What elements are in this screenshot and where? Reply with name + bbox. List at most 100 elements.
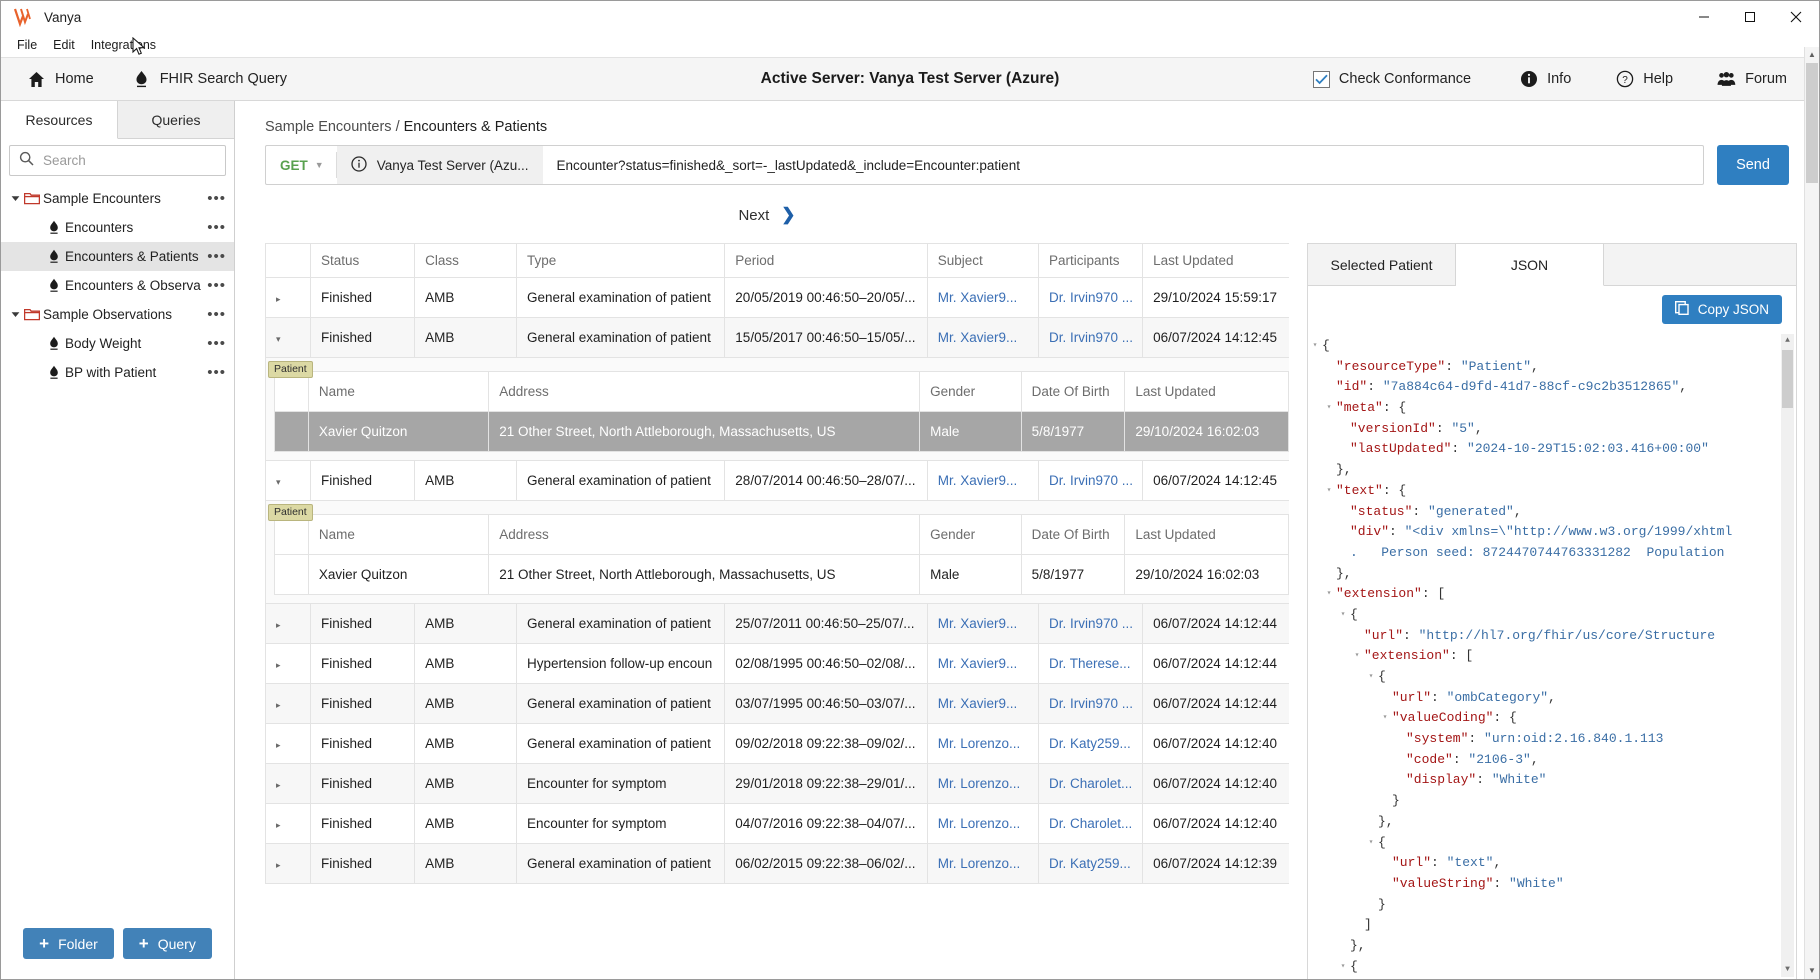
row-expand-toggle[interactable] xyxy=(265,643,311,684)
col-dob[interactable]: Date Of Birth xyxy=(1020,514,1126,555)
row-collapse-toggle[interactable] xyxy=(265,460,311,501)
col-period[interactable]: Period xyxy=(724,243,928,278)
fhir-search-query-button[interactable]: FHIR Search Query xyxy=(120,65,299,94)
col-dob[interactable]: Date Of Birth xyxy=(1020,371,1126,412)
col-type[interactable]: Type xyxy=(515,243,726,278)
cell-participants[interactable]: Dr. Irvin970 ... xyxy=(1037,683,1144,724)
cell-subject[interactable]: Mr. Lorenzo... xyxy=(926,723,1039,764)
sidebar-item-encounters-observation[interactable]: Encounters & Observation••• xyxy=(1,271,234,300)
table-row[interactable]: FinishedAMBGeneral examination of patien… xyxy=(265,683,1289,724)
scroll-up-icon[interactable]: ▲ xyxy=(1805,47,1819,63)
col-class[interactable]: Class xyxy=(414,243,517,278)
cell-participants[interactable]: Dr. Katy259... xyxy=(1037,843,1144,884)
table-row[interactable]: FinishedAMBHypertension follow-up encoun… xyxy=(265,643,1289,684)
cell-subject[interactable]: Mr. Xavier9... xyxy=(926,603,1039,644)
col-name[interactable]: Name xyxy=(307,514,490,555)
app-scrollbar[interactable]: ▲ ▼ xyxy=(1804,47,1819,979)
item-overflow-menu[interactable]: ••• xyxy=(201,336,226,351)
col-status[interactable]: Status xyxy=(309,243,416,278)
json-scrollbar[interactable]: ▲ ▼ xyxy=(1781,334,1794,977)
cell-subject[interactable]: Mr. Xavier9... xyxy=(926,277,1039,318)
item-overflow-menu[interactable]: ••• xyxy=(201,365,226,380)
json-collapse-toggle-icon[interactable] xyxy=(1322,398,1336,419)
scroll-down-icon[interactable]: ▼ xyxy=(1781,963,1794,977)
json-viewer[interactable]: {"resourceType": "Patient", "id": "7a884c… xyxy=(1308,332,1796,979)
patient-row[interactable]: Xavier Quitzon 21 Other Street, North Att… xyxy=(274,411,1289,452)
row-expand-toggle[interactable] xyxy=(265,683,311,724)
patient-row[interactable]: Xavier Quitzon 21 Other Street, North Att… xyxy=(274,554,1289,595)
col-last-updated[interactable]: Last Updated xyxy=(1142,243,1289,278)
item-overflow-menu[interactable]: ••• xyxy=(201,249,226,264)
col-address[interactable]: Address xyxy=(488,514,921,555)
json-collapse-toggle-icon[interactable] xyxy=(1364,833,1378,854)
twisty-expanded-icon[interactable] xyxy=(7,194,23,203)
row-expand-toggle[interactable] xyxy=(265,803,311,844)
json-collapse-toggle-icon[interactable] xyxy=(1322,584,1336,605)
item-overflow-menu[interactable]: ••• xyxy=(201,307,226,322)
cell-subject[interactable]: Mr. Lorenzo... xyxy=(926,763,1039,804)
server-chip[interactable]: Vanya Test Server (Azu... xyxy=(336,146,543,184)
json-collapse-toggle-icon[interactable] xyxy=(1350,646,1364,667)
row-expand-toggle[interactable] xyxy=(265,843,311,884)
search-box[interactable] xyxy=(9,145,226,176)
tab-queries[interactable]: Queries xyxy=(118,101,234,138)
home-button[interactable]: Home xyxy=(15,65,106,94)
tab-resources[interactable]: Resources xyxy=(1,101,118,139)
row-expand-toggle[interactable] xyxy=(265,603,311,644)
scroll-up-icon[interactable]: ▲ xyxy=(1781,334,1794,348)
col-name[interactable]: Name xyxy=(307,371,490,412)
cell-participants[interactable]: Dr. Katy259... xyxy=(1037,723,1144,764)
item-overflow-menu[interactable]: ••• xyxy=(201,191,226,206)
breadcrumb-parent[interactable]: Sample Encounters xyxy=(265,119,392,135)
col-subject[interactable]: Subject xyxy=(926,243,1039,278)
cell-subject[interactable]: Mr. Xavier9... xyxy=(926,643,1039,684)
json-collapse-toggle-icon[interactable] xyxy=(1336,957,1350,978)
json-collapse-toggle-icon[interactable] xyxy=(1378,708,1392,729)
cell-participants[interactable]: Dr. Irvin970 ... xyxy=(1037,603,1144,644)
add-folder-button[interactable]: + Folder xyxy=(23,928,114,959)
sidebar-item-sample-encounters[interactable]: Sample Encounters ••• xyxy=(1,184,234,213)
sidebar-item-bp-with-patient[interactable]: BP with Patient ••• xyxy=(1,358,234,387)
sidebar-item-encounters-patients[interactable]: Encounters & Patients ••• xyxy=(1,242,234,271)
forum-button[interactable]: Forum xyxy=(1705,65,1799,94)
row-expand-toggle[interactable] xyxy=(265,277,311,318)
item-overflow-menu[interactable]: ••• xyxy=(201,278,226,293)
cell-subject[interactable]: Mr. Xavier9... xyxy=(926,317,1039,358)
json-collapse-toggle-icon[interactable] xyxy=(1322,481,1336,502)
col-gender[interactable]: Gender xyxy=(919,514,1022,555)
http-verb-select[interactable]: GET ▼ xyxy=(266,146,336,184)
table-row[interactable]: FinishedAMBEncounter for symptom29/01/20… xyxy=(265,763,1289,804)
col-last-updated[interactable]: Last Updated xyxy=(1124,371,1289,412)
table-row[interactable]: FinishedAMBGeneral examination of patien… xyxy=(265,317,1289,358)
sidebar-item-sample-observations[interactable]: Sample Observations ••• xyxy=(1,300,234,329)
check-conformance-toggle[interactable]: Check Conformance xyxy=(1301,67,1483,92)
menu-integrations[interactable]: Integrations xyxy=(83,36,164,55)
row-collapse-toggle[interactable] xyxy=(265,317,311,358)
cell-participants[interactable]: Dr. Charolet... xyxy=(1037,803,1144,844)
table-row[interactable]: FinishedAMBGeneral examination of patien… xyxy=(265,843,1289,884)
maximize-button[interactable] xyxy=(1727,1,1773,33)
scroll-down-icon[interactable]: ▼ xyxy=(1805,963,1819,979)
search-input[interactable] xyxy=(43,153,220,168)
sidebar-item-body-weight[interactable]: Body Weight ••• xyxy=(1,329,234,358)
menu-file[interactable]: File xyxy=(9,36,45,55)
cell-participants[interactable]: Dr. Irvin970 ... xyxy=(1037,277,1144,318)
col-participants[interactable]: Participants xyxy=(1037,243,1144,278)
sidebar-item-encounters[interactable]: Encounters ••• xyxy=(1,213,234,242)
menu-edit[interactable]: Edit xyxy=(45,36,83,55)
info-button[interactable]: Info xyxy=(1507,65,1583,94)
cell-subject[interactable]: Mr. Xavier9... xyxy=(926,460,1039,501)
row-expand-toggle[interactable] xyxy=(265,763,311,804)
row-expand-toggle[interactable] xyxy=(265,723,311,764)
col-address[interactable]: Address xyxy=(488,371,921,412)
cell-subject[interactable]: Mr. Xavier9... xyxy=(926,683,1039,724)
tab-selected-patient[interactable]: Selected Patient xyxy=(1308,244,1456,285)
tab-json[interactable]: JSON xyxy=(1456,244,1604,286)
cell-subject[interactable]: Mr. Lorenzo... xyxy=(926,843,1039,884)
check-conformance-checkbox[interactable] xyxy=(1312,70,1330,88)
json-collapse-toggle-icon[interactable] xyxy=(1364,667,1378,688)
query-input-wrap[interactable]: GET ▼ Vanya Test Server (Azu... Encounte… xyxy=(265,145,1704,185)
twisty-expanded-icon[interactable] xyxy=(7,310,23,319)
add-query-button[interactable]: + Query xyxy=(122,928,212,959)
table-row[interactable]: FinishedAMBGeneral examination of patien… xyxy=(265,603,1289,644)
